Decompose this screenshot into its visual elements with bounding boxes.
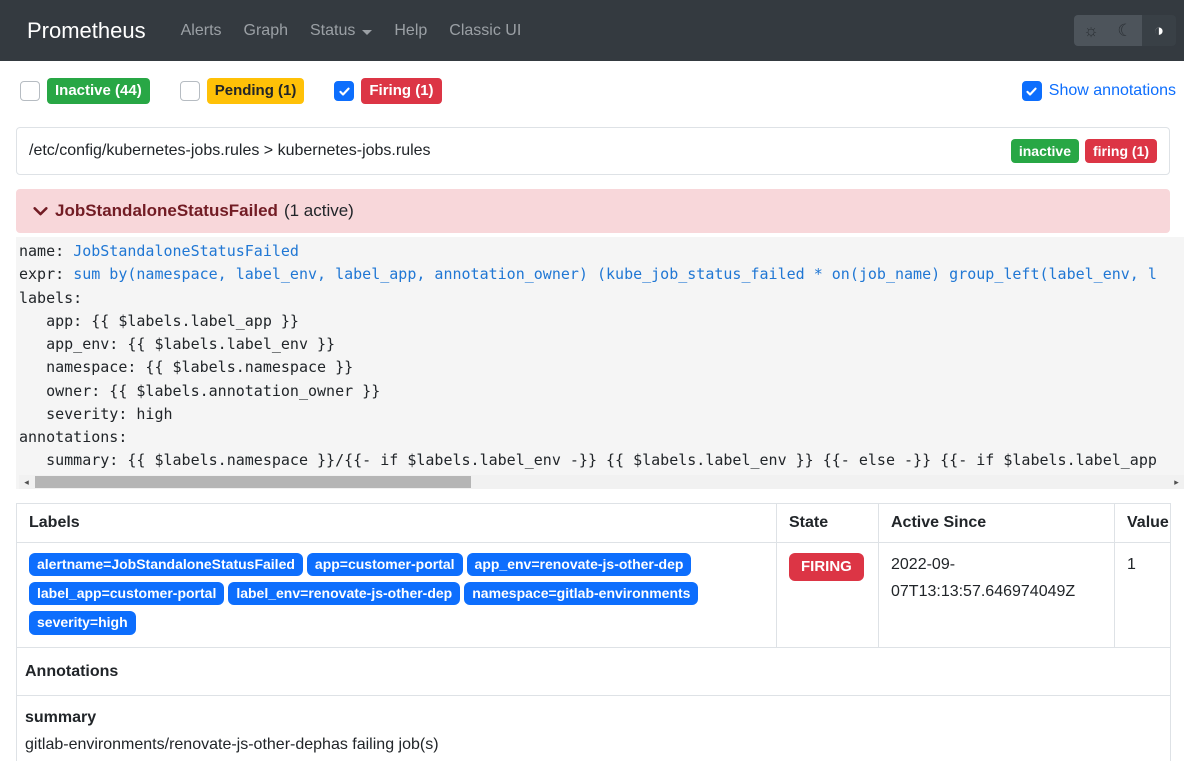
firing-badge[interactable]: Firing (1)	[361, 78, 441, 104]
value-cell: 1	[1115, 542, 1171, 647]
rule-name-link[interactable]: JobStandaloneStatusFailed	[73, 242, 299, 260]
annotation-row: summary gitlab-environments/renovate-js-…	[17, 695, 1171, 761]
pending-badge[interactable]: Pending (1)	[207, 78, 305, 104]
filter-pending: Pending (1)	[180, 78, 305, 104]
firing-checkbox[interactable]	[334, 81, 354, 101]
app-brand[interactable]: Prometheus	[27, 18, 146, 44]
rule-group-firing-badge: firing (1)	[1085, 139, 1157, 163]
alert-collapse-toggle[interactable]: JobStandaloneStatusFailed (1 active)	[16, 189, 1170, 233]
yaml-line: labels:	[19, 287, 1184, 310]
alert-row: alertname=JobStandaloneStatusFailedapp=c…	[17, 542, 1171, 647]
yaml-key: name:	[19, 242, 73, 260]
scroll-right-arrow-icon[interactable]: ▸	[1169, 475, 1184, 489]
circle-half-icon: ◑	[1154, 15, 1164, 46]
nav-help[interactable]: Help	[383, 14, 438, 48]
yaml-line: severity: high	[19, 403, 1184, 426]
chevron-down-icon	[362, 30, 372, 35]
nav-status-dropdown[interactable]: Status	[299, 14, 383, 48]
pending-checkbox[interactable]	[180, 81, 200, 101]
yaml-line: app: {{ $labels.label_app }}	[19, 310, 1184, 333]
theme-toggle-group: ☼ ☾ ◑	[1074, 15, 1176, 46]
active-since-cell: 2022-09-07T13:13:57.646974049Z	[879, 542, 1115, 647]
label-badge: alertname=JobStandaloneStatusFailed	[29, 553, 303, 576]
yaml-line: namespace: {{ $labels.namespace }}	[19, 356, 1184, 379]
header-active-since: Active Since	[879, 503, 1115, 542]
theme-auto-button[interactable]: ◑	[1142, 15, 1176, 46]
label-badge: label_env=renovate-js-other-dep	[228, 582, 460, 605]
rule-group-card: /etc/config/kubernetes-jobs.rules > kube…	[16, 127, 1170, 175]
state-badge: FIRING	[789, 553, 864, 582]
nav-classic-ui[interactable]: Classic UI	[438, 14, 532, 48]
scroll-left-arrow-icon[interactable]: ◂	[19, 475, 34, 489]
moon-icon: ☾	[1117, 15, 1132, 46]
horizontal-scrollbar[interactable]: ◂ ▸	[19, 475, 1184, 489]
sun-icon: ☼	[1083, 15, 1099, 46]
yaml-line: summary: {{ $labels.namespace }}/{{- if …	[19, 449, 1184, 472]
label-badge: label_app=customer-portal	[29, 582, 224, 605]
annotation-value: gitlab-environments/renovate-js-other-de…	[25, 731, 1162, 758]
label-badge: severity=high	[29, 611, 136, 634]
nav-graph[interactable]: Graph	[233, 14, 299, 48]
show-annotations-checkbox[interactable]	[1022, 81, 1042, 101]
rule-expr-link[interactable]: sum by(namespace, label_env, label_app, …	[73, 265, 1157, 283]
filter-inactive: Inactive (44)	[20, 78, 150, 104]
rule-definition-block: name: JobStandaloneStatusFailed expr: su…	[16, 237, 1184, 489]
theme-dark-button[interactable]: ☾	[1108, 15, 1142, 46]
annotations-heading-row: Annotations	[17, 647, 1171, 695]
rule-group-title: /etc/config/kubernetes-jobs.rules > kube…	[29, 142, 431, 160]
yaml-line: app_env: {{ $labels.label_env }}	[19, 333, 1184, 356]
annotations-heading: Annotations	[17, 647, 1171, 695]
rule-group-inactive-badge: inactive	[1011, 139, 1079, 163]
show-annotations-label: Show annotations	[1049, 82, 1176, 100]
yaml-name-line: name: JobStandaloneStatusFailed	[19, 240, 1184, 263]
label-badge: app=customer-portal	[307, 553, 463, 576]
header-value: Value	[1115, 503, 1171, 542]
show-annotations-toggle: Show annotations	[1022, 81, 1176, 101]
nav-links: Alerts Graph Status Help Classic UI	[170, 14, 533, 48]
yaml-line: owner: {{ $labels.annotation_owner }}	[19, 380, 1184, 403]
rule-group-badges: inactive firing (1)	[1011, 139, 1157, 163]
alert-name: JobStandaloneStatusFailed	[55, 201, 278, 221]
alert-active-count: (1 active)	[284, 201, 354, 221]
filter-bar: Inactive (44) Pending (1) Firing (1) Sho…	[20, 78, 1176, 104]
theme-light-button[interactable]: ☼	[1074, 15, 1108, 46]
annotation-key: summary	[25, 704, 1162, 731]
labels-cell: alertname=JobStandaloneStatusFailedapp=c…	[17, 542, 777, 647]
header-state: State	[777, 503, 879, 542]
label-badge: namespace=gitlab-environments	[464, 582, 698, 605]
chevron-down-icon	[32, 203, 49, 220]
inactive-badge[interactable]: Inactive (44)	[47, 78, 150, 104]
yaml-key: expr:	[19, 265, 73, 283]
navbar: Prometheus Alerts Graph Status Help Clas…	[0, 0, 1184, 61]
table-header-row: Labels State Active Since Value	[17, 503, 1171, 542]
annotation-cell: summary gitlab-environments/renovate-js-…	[17, 695, 1171, 761]
nav-status-label: Status	[310, 22, 355, 39]
scrollbar-track[interactable]	[34, 476, 1169, 488]
scrollbar-thumb[interactable]	[35, 476, 471, 488]
yaml-expr-line: expr: sum by(namespace, label_env, label…	[19, 263, 1184, 286]
state-cell: FIRING	[777, 542, 879, 647]
label-badge: app_env=renovate-js-other-dep	[467, 553, 692, 576]
alerts-table: Labels State Active Since Value alertnam…	[16, 503, 1171, 761]
inactive-checkbox[interactable]	[20, 81, 40, 101]
nav-alerts[interactable]: Alerts	[170, 14, 233, 48]
filter-firing: Firing (1)	[334, 78, 441, 104]
header-labels: Labels	[17, 503, 777, 542]
yaml-line: annotations:	[19, 426, 1184, 449]
